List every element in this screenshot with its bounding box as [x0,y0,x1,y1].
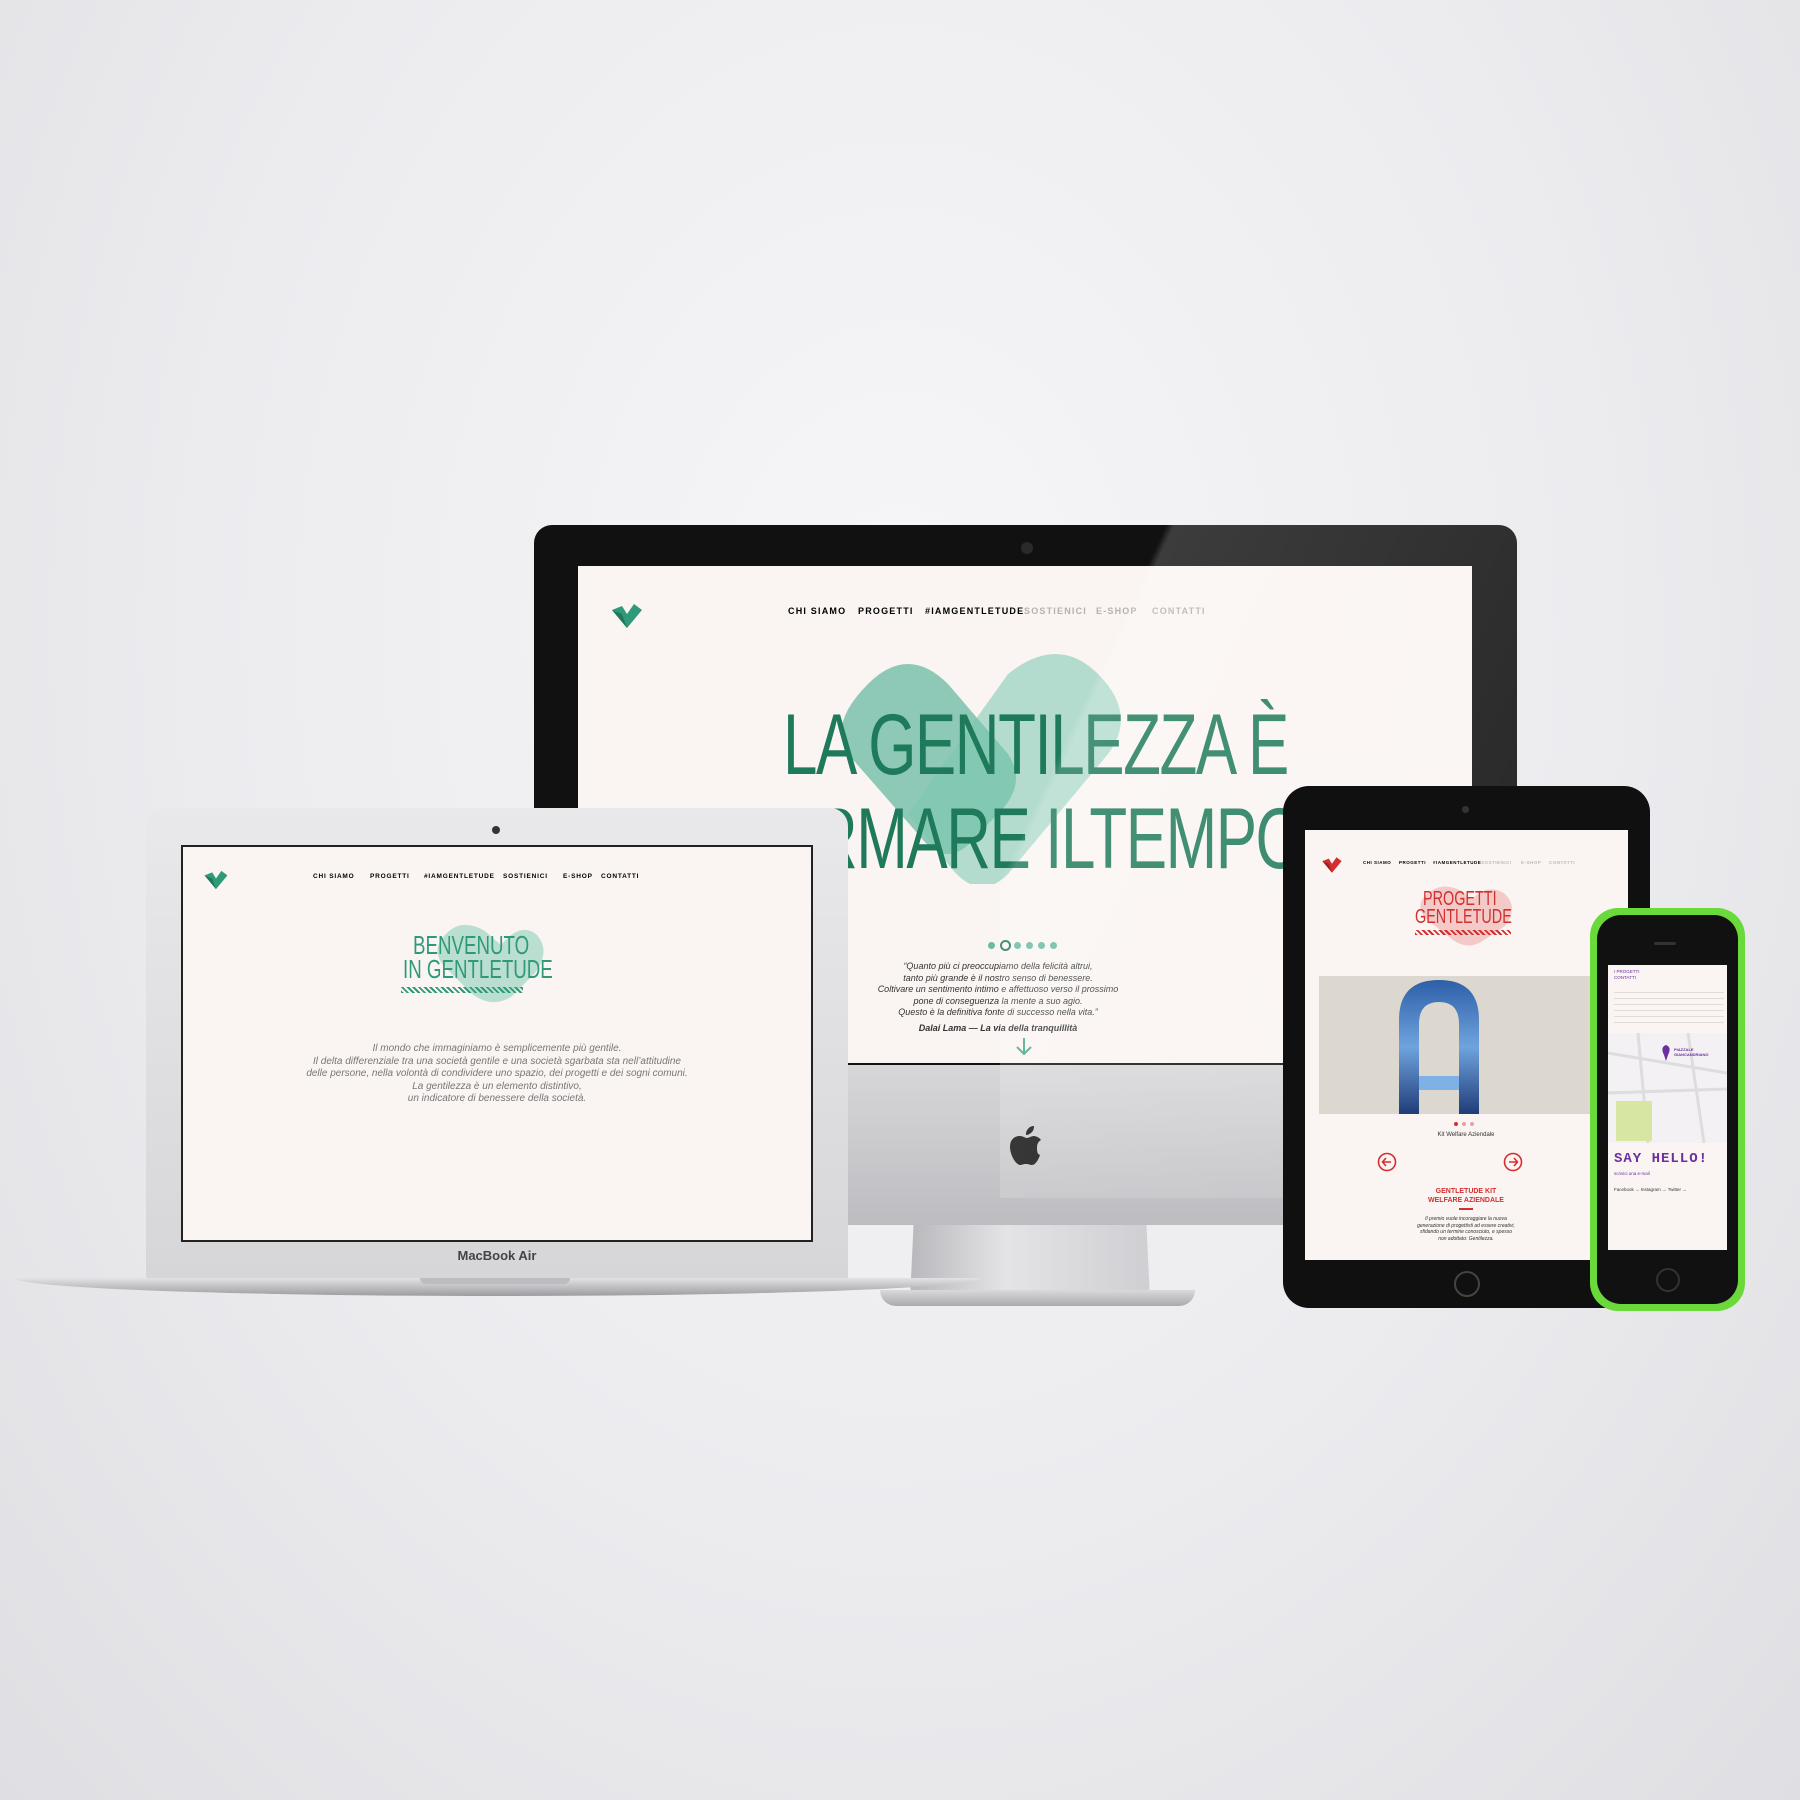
welcome-title-line2: IN GENTLETUDE [403,954,553,984]
nav-progetti[interactable]: PROGETTI [370,873,410,880]
body-line: un indicatore di benessere della società… [407,1093,587,1104]
nav-progetti[interactable]: PROGETTI [858,606,914,616]
iphone-speaker [1654,942,1676,945]
nav-e-shop[interactable]: E-SHOP [563,873,593,880]
body-line: Il delta differenziale tra una società g… [312,1055,681,1067]
quote-line: “Quanto più ci preoccupiamo della felici… [903,961,1093,971]
gentletude-logo-icon[interactable] [1321,856,1343,874]
ipad-screen: CHI SIAMO PROGETTI #IAMGENTLETUDE SOSTIE… [1305,830,1628,1260]
macbook-camera [492,826,500,834]
iphone-home-button[interactable] [1656,1268,1680,1292]
nav-iamgentletude[interactable]: #IAMGENTLETUDE [925,606,1024,616]
slider-dot-active[interactable] [1000,940,1011,951]
slider-dot[interactable] [1462,1122,1466,1126]
menu-item-contatti[interactable]: CONTATTI [1614,975,1640,981]
nav-iamgentletude[interactable]: #IAMGENTLETUDE [424,873,495,880]
nav-chi-siamo[interactable]: CHI SIAMO [313,873,355,880]
slider-dot[interactable] [1470,1122,1474,1126]
nav-contatti[interactable]: CONTATTI [1549,860,1575,865]
imac-camera [1021,542,1033,554]
projects-title-line2: GENTLETUDE [1415,906,1512,928]
gentletude-logo-icon[interactable] [203,869,229,891]
slide-caption: Kit Welfare Aziendale [1437,1132,1495,1138]
nav-chi-siamo[interactable]: CHI SIAMO [1363,860,1391,865]
arch-photo [1399,980,1479,1114]
welcome-stripe [401,987,523,993]
nav-sostienici[interactable]: SOSTIENICI [1481,860,1512,865]
phone-menu[interactable]: I PROGETTI CONTATTI [1614,969,1640,981]
ipad-home-button[interactable] [1454,1271,1480,1297]
hero-headline-line1: LA GENTILEZZA È [783,697,1289,793]
body-line: La gentilezza è un elemento distintivo, [412,1080,582,1092]
body-line: delle persone, nella volontà di condivid… [306,1068,688,1079]
nav-chi-siamo[interactable]: CHI SIAMO [788,606,846,616]
iphone-screen: I PROGETTI CONTATTI PIAZZALE GIANCANDRIA… [1608,965,1727,1250]
map-label-line: GIANCANDRIANO [1674,1052,1709,1057]
quote-line: Questo è la definitiva fonte di successo… [898,1007,1098,1017]
project-title-line: GENTLETUDE KIT [1435,1188,1497,1195]
email-link[interactable]: scrivici una e-mail [1614,1171,1650,1176]
map-label: PIAZZALE GIANCANDRIANO [1674,1047,1708,1057]
nav-contatti[interactable]: CONTATTI [1152,606,1206,616]
next-arrow-icon[interactable] [1503,1152,1523,1172]
nav-sostienici[interactable]: SOSTIENICI [1024,606,1087,616]
previous-arrow-icon[interactable] [1377,1152,1397,1172]
nav-progetti[interactable]: PROGETTI [1399,860,1426,865]
social-links[interactable]: Facebook → Instagram → Twitter → [1614,1187,1687,1192]
project-title-line: WELFARE AZIENDALE [1428,1197,1504,1204]
nav-e-shop[interactable]: E-SHOP [1521,860,1541,865]
ipad-camera [1462,806,1469,813]
macbook-screen: CHI SIAMO PROGETTI #IAMGENTLETUDE SOSTIE… [181,845,813,1242]
macbook-label: MacBook Air [457,1248,537,1263]
apple-logo-icon [1010,1126,1041,1165]
say-hello-title: SAY HELLO! [1614,1151,1709,1167]
hero-headline-line2: RMARE ILTEMPO [813,791,1304,887]
project-title: GENTLETUDE KIT WELFARE AZIENDALE [1391,1187,1541,1205]
macbook-notch [420,1278,570,1284]
slider-dot[interactable] [1454,1122,1458,1126]
contact-details [1614,987,1724,1027]
project-description: Il premio vuole incoraggiare la nuova ge… [1391,1216,1541,1242]
quote-line: tanto più grande è il nostro senso di be… [903,972,1093,983]
project-title-rule [1459,1208,1473,1210]
nav-contatti[interactable]: CONTATTI [601,873,639,880]
map[interactable]: PIAZZALE GIANCANDRIANO [1608,1033,1727,1143]
body-line: Il mondo che immaginiamo è semplicemente… [372,1043,622,1054]
hero-quote: “Quanto più ci preoccupiamo della felici… [828,961,1168,1034]
slider-dot[interactable] [988,942,995,949]
nav-iamgentletude[interactable]: #IAMGENTLETUDE [1433,860,1481,865]
imac-foot [880,1290,1195,1306]
slider-dot[interactable] [1014,942,1021,949]
nav-e-shop[interactable]: E-SHOP [1096,606,1138,616]
description-line: non adottato: Gentilezza. [1438,1235,1494,1242]
welcome-body: Il mondo che immaginiamo è semplicemente… [247,1043,747,1106]
slider-dot[interactable] [1026,942,1033,949]
quote-author: Dalai Lama — La via della tranquillità [918,1022,1078,1033]
project-slide-image[interactable] [1319,976,1628,1114]
nav-sostienici[interactable]: SOSTIENICI [503,873,548,880]
quote-line: pone di conseguenza la mente a suo agio. [913,995,1083,1006]
scroll-down-arrow-icon[interactable] [1014,1036,1034,1058]
quote-line: Coltivare un sentimento intimo e affettu… [877,984,1119,994]
slider-dot[interactable] [1050,942,1057,949]
projects-stripe [1415,930,1511,935]
slider-dot[interactable] [1038,942,1045,949]
gentletude-logo-icon[interactable] [610,602,644,630]
map-streets [1608,1033,1727,1143]
